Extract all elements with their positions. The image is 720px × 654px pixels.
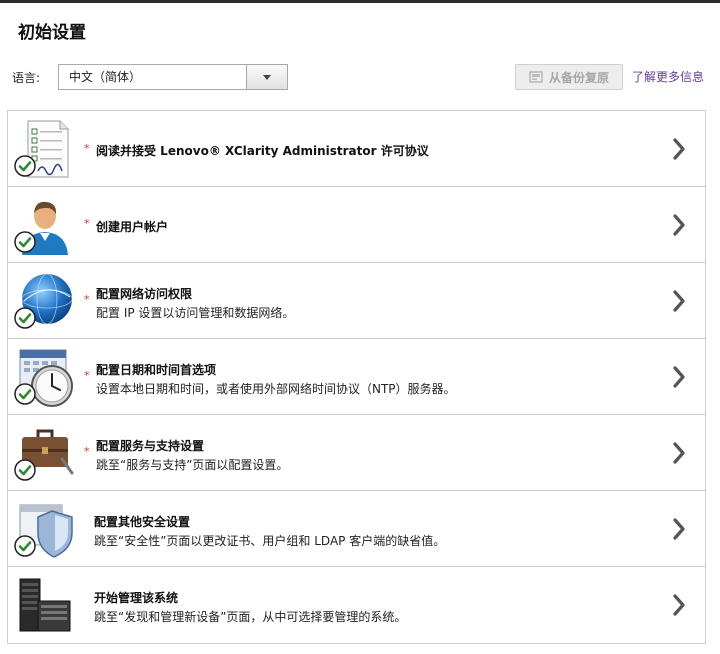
page-title: 初始设置	[18, 23, 86, 43]
top-bar	[0, 0, 720, 3]
task-title: 配置服务与支持设置	[96, 439, 205, 453]
learn-more-link[interactable]: 了解更多信息	[632, 68, 704, 85]
task-description: 跳至“安全性”页面以更改证书、用户组和 LDAP 客户端的缺省值。	[94, 534, 446, 548]
task-row-service-support[interactable]: * 配置服务与支持设置 跳至“服务与支持”页面以配置设置。	[8, 415, 705, 491]
task-title: 创建用户帐户	[96, 220, 169, 234]
chevron-right-icon[interactable]	[671, 289, 687, 313]
task-description: 设置本地日期和时间，或者使用外部网络时间协议（NTP）服务器。	[96, 382, 456, 396]
language-selected-value: 中文（简体）	[69, 70, 142, 84]
restore-icon	[529, 71, 543, 83]
required-indicator: *	[84, 293, 90, 306]
task-row-license[interactable]: * 阅读并接受 Lenovo® XClarity Administrator 许…	[8, 111, 705, 187]
task-title: 配置网络访问权限	[96, 287, 193, 301]
language-label: 语言:	[12, 71, 41, 85]
check-icon	[14, 535, 36, 557]
chevron-right-icon[interactable]	[671, 213, 687, 237]
task-title: 配置其他安全设置	[94, 515, 191, 529]
check-icon	[14, 459, 36, 481]
task-title: 开始管理该系统	[94, 591, 179, 605]
language-select[interactable]: 中文（简体）	[58, 64, 288, 90]
task-row-security[interactable]: 配置其他安全设置 跳至“安全性”页面以更改证书、用户组和 LDAP 客户端的缺省…	[8, 491, 705, 567]
chevron-right-icon[interactable]	[671, 517, 687, 541]
server-rack-icon	[14, 575, 76, 637]
chevron-right-icon[interactable]	[671, 593, 687, 617]
chevron-right-icon[interactable]	[671, 365, 687, 389]
required-indicator: *	[84, 142, 90, 155]
task-title: 阅读并接受 Lenovo® XClarity Administrator 许可协…	[96, 144, 429, 158]
required-indicator: *	[84, 445, 90, 458]
restore-button-label: 从备份复原	[548, 70, 609, 85]
check-icon	[14, 155, 36, 177]
task-title: 配置日期和时间首选项	[96, 363, 217, 377]
task-description: 跳至“发现和管理新设备”页面，从中可选择要管理的系统。	[94, 610, 407, 624]
required-indicator: *	[84, 369, 90, 382]
language-dropdown-button[interactable]	[246, 65, 287, 89]
chevron-right-icon[interactable]	[671, 441, 687, 465]
check-icon	[14, 231, 36, 253]
chevron-right-icon[interactable]	[671, 137, 687, 161]
task-row-start-managing[interactable]: 开始管理该系统 跳至“发现和管理新设备”页面，从中可选择要管理的系统。	[8, 567, 705, 644]
task-row-date-time[interactable]: * 配置日期和时间首选项 设置本地日期和时间，或者使用外部网络时间协议（NTP）…	[8, 339, 705, 415]
chevron-down-icon	[263, 74, 271, 80]
check-icon	[14, 383, 36, 405]
task-list: * 阅读并接受 Lenovo® XClarity Administrator 许…	[7, 110, 706, 644]
restore-from-backup-button[interactable]: 从备份复原	[515, 64, 623, 90]
task-description: 配置 IP 设置以访问管理和数据网络。	[96, 306, 295, 320]
task-row-user-account[interactable]: * 创建用户帐户	[8, 187, 705, 263]
task-description: 跳至“服务与支持”页面以配置设置。	[96, 458, 289, 472]
check-icon	[14, 307, 36, 329]
task-row-network[interactable]: * 配置网络访问权限 配置 IP 设置以访问管理和数据网络。	[8, 263, 705, 339]
required-indicator: *	[84, 217, 90, 230]
